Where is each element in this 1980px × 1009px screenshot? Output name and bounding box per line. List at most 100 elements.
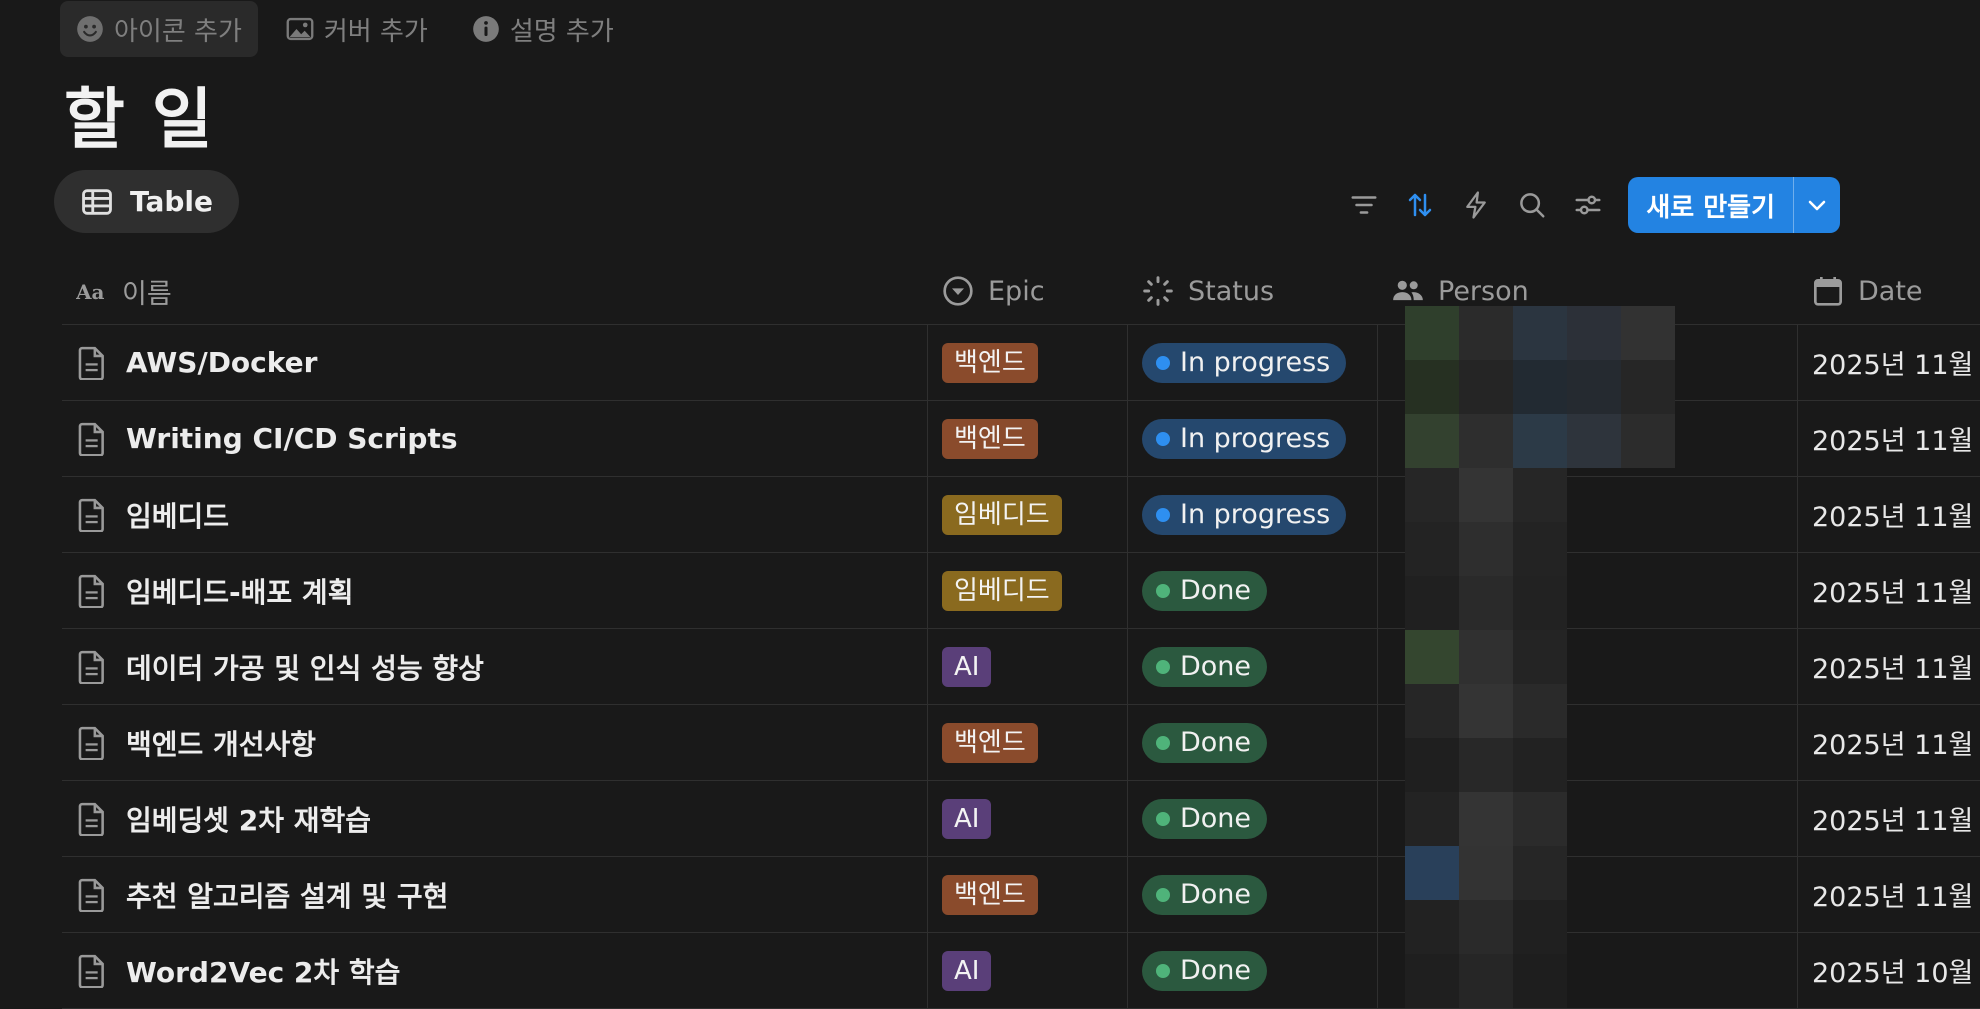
status-badge: In progress [1142, 418, 1347, 459]
status-badge: Done [1142, 646, 1268, 687]
image-icon [286, 17, 314, 41]
row-epic-cell[interactable]: AI [928, 933, 1128, 1008]
column-status-label: Status [1188, 275, 1275, 307]
add-description-button[interactable]: 설명 추가 [456, 1, 630, 57]
table-row[interactable]: 데이터 가공 및 인식 성능 향상 AI Done 2025년 11월 [62, 629, 1980, 705]
status-label: In progress [1180, 422, 1331, 454]
row-person-cell[interactable] [1378, 705, 1798, 780]
row-person-cell[interactable] [1378, 933, 1798, 1008]
filter-button[interactable] [1336, 177, 1392, 233]
row-name: 추천 알고리즘 설계 및 구현 [126, 879, 449, 913]
column-header-status[interactable]: Status [1128, 258, 1378, 324]
database-table: Aa 이름 Epic Status Person Date AWS/Docker… [62, 258, 1980, 1009]
row-person-cell[interactable] [1378, 857, 1798, 932]
row-name-cell[interactable]: 데이터 가공 및 인식 성능 향상 [62, 629, 928, 704]
page-icon [78, 574, 104, 608]
status-dot [1156, 355, 1170, 370]
row-name-cell[interactable]: Writing CI/CD Scripts [62, 401, 928, 476]
status-badge: In progress [1142, 342, 1347, 383]
status-label: Done [1180, 878, 1252, 910]
column-header-epic[interactable]: Epic [928, 258, 1128, 324]
row-date-cell[interactable]: 2025년 11월 [1798, 401, 1978, 476]
row-date-cell[interactable]: 2025년 11월 [1798, 477, 1978, 552]
row-status-cell[interactable]: Done [1128, 781, 1378, 856]
new-dropdown-button[interactable] [1793, 177, 1840, 233]
row-epic-cell[interactable]: 백엔드 [928, 401, 1128, 476]
row-status-cell[interactable]: Done [1128, 933, 1378, 1008]
column-header-name[interactable]: Aa 이름 [62, 258, 928, 324]
table-row[interactable]: 추천 알고리즘 설계 및 구현 백엔드 Done 2025년 11월 [62, 857, 1980, 933]
table-row[interactable]: 임베디드-배포 계획 임베디드 Done 2025년 11월 [62, 553, 1980, 629]
row-date: 2025년 10월 [1812, 958, 1974, 989]
page-icon [78, 650, 104, 684]
status-badge: Done [1142, 874, 1268, 915]
table-row[interactable]: 백엔드 개선사항 백엔드 Done 2025년 11월 [62, 705, 1980, 781]
sort-button[interactable] [1392, 177, 1448, 233]
text-type-icon: Aa [76, 280, 105, 304]
status-dot [1156, 659, 1170, 674]
row-person-cell[interactable] [1378, 553, 1798, 628]
add-description-label: 설명 추가 [509, 16, 614, 47]
automation-button[interactable] [1448, 177, 1504, 233]
row-person-cell[interactable] [1378, 629, 1798, 704]
status-label: Done [1180, 726, 1252, 758]
add-icon-label: 아이콘 추가 [114, 16, 242, 47]
table-row[interactable]: 임베디드 임베디드 In progress 2025년 11월 [62, 477, 1980, 553]
row-date-cell[interactable]: 2025년 11월 [1798, 325, 1978, 400]
epic-tag: 임베디드 [942, 494, 1062, 535]
row-name-cell[interactable]: 임베디드-배포 계획 [62, 553, 928, 628]
row-status-cell[interactable]: In progress [1128, 325, 1378, 400]
row-status-cell[interactable]: In progress [1128, 477, 1378, 552]
row-date-cell[interactable]: 2025년 10월 [1798, 933, 1978, 1008]
status-label: In progress [1180, 346, 1331, 378]
row-name: Writing CI/CD Scripts [126, 422, 458, 455]
row-epic-cell[interactable]: AI [928, 781, 1128, 856]
table-row[interactable]: Writing CI/CD Scripts 백엔드 In progress 2025년… [62, 401, 1980, 477]
new-button[interactable]: 새로 만들기 [1628, 177, 1793, 233]
status-dot [1156, 887, 1170, 902]
row-person-cell[interactable] [1378, 477, 1798, 552]
smiley-icon [77, 16, 103, 42]
row-date: 2025년 11월 [1812, 578, 1974, 609]
row-epic-cell[interactable]: 백엔드 [928, 705, 1128, 780]
add-cover-button[interactable]: 커버 추가 [270, 1, 444, 57]
settings-button[interactable] [1560, 177, 1616, 233]
row-name-cell[interactable]: Word2Vec 2차 학습 [62, 933, 928, 1008]
page-title[interactable]: 할 일 [64, 66, 214, 162]
calendar-icon [1814, 277, 1842, 306]
row-epic-cell[interactable]: AI [928, 629, 1128, 704]
table-icon [82, 188, 112, 215]
row-person-cell[interactable] [1378, 401, 1798, 476]
row-name-cell[interactable]: 백엔드 개선사항 [62, 705, 928, 780]
view-tab-table[interactable]: Table [54, 170, 240, 233]
row-person-cell[interactable] [1378, 325, 1798, 400]
column-person-label: Person [1438, 275, 1529, 307]
row-name-cell[interactable]: 추천 알고리즘 설계 및 구현 [62, 857, 928, 932]
row-date-cell[interactable]: 2025년 11월 [1798, 857, 1978, 932]
row-epic-cell[interactable]: 백엔드 [928, 325, 1128, 400]
row-date-cell[interactable]: 2025년 11월 [1798, 781, 1978, 856]
row-person-cell[interactable] [1378, 781, 1798, 856]
search-button[interactable] [1504, 177, 1560, 233]
row-date-cell[interactable]: 2025년 11월 [1798, 705, 1978, 780]
row-name-cell[interactable]: AWS/Docker [62, 325, 928, 400]
row-date-cell[interactable]: 2025년 11월 [1798, 553, 1978, 628]
row-status-cell[interactable]: Done [1128, 629, 1378, 704]
add-icon-button[interactable]: 아이콘 추가 [60, 1, 258, 57]
table-row[interactable]: Word2Vec 2차 학습 AI Done 2025년 10월 [62, 933, 1980, 1009]
row-name-cell[interactable]: 임베딩셋 2차 재학습 [62, 781, 928, 856]
table-row[interactable]: AWS/Docker 백엔드 In progress 2025년 11월 [62, 325, 1980, 401]
column-header-person[interactable]: Person [1378, 258, 1798, 324]
row-date-cell[interactable]: 2025년 11월 [1798, 629, 1978, 704]
column-header-date[interactable]: Date [1798, 258, 1978, 324]
row-name-cell[interactable]: 임베디드 [62, 477, 928, 552]
row-status-cell[interactable]: Done [1128, 705, 1378, 780]
row-epic-cell[interactable]: 임베디드 [928, 553, 1128, 628]
row-epic-cell[interactable]: 백엔드 [928, 857, 1128, 932]
row-status-cell[interactable]: In progress [1128, 401, 1378, 476]
row-status-cell[interactable]: Done [1128, 553, 1378, 628]
table-row[interactable]: 임베딩셋 2차 재학습 AI Done 2025년 11월 [62, 781, 1980, 857]
row-name: 임베디드-배포 계획 [126, 575, 354, 609]
row-status-cell[interactable]: Done [1128, 857, 1378, 932]
row-epic-cell[interactable]: 임베디드 [928, 477, 1128, 552]
